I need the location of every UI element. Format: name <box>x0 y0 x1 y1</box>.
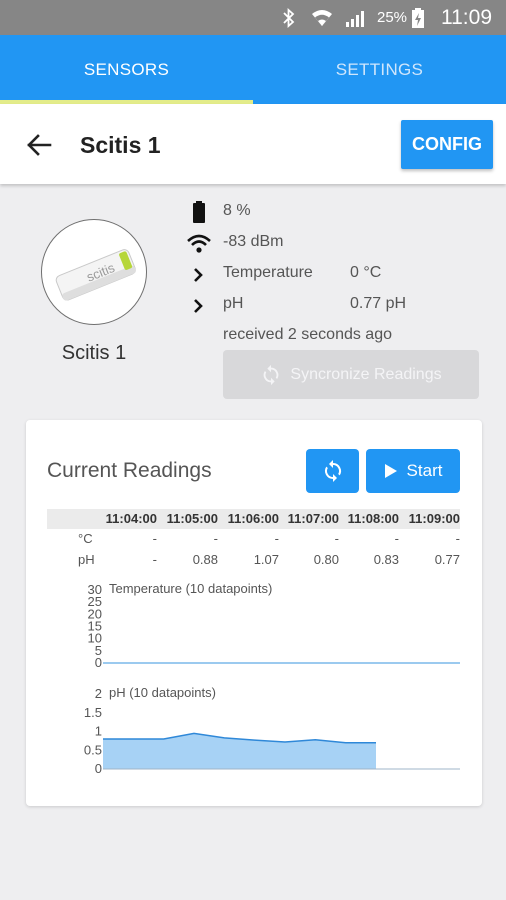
table-cell: - <box>334 531 339 546</box>
table-row-label: °C <box>78 531 93 546</box>
tab-bar: SENSORS SETTINGS <box>0 35 506 104</box>
clock: 11:09 <box>441 6 492 29</box>
table-cell: - <box>213 531 218 546</box>
wifi-signal-icon <box>185 231 213 255</box>
temperature-chart: 302520151050Temperature (10 datapoints) <box>88 581 460 670</box>
sync-label: Syncronize Readings <box>290 365 442 383</box>
device-name: Scitis 1 <box>61 342 127 364</box>
sync-icon <box>264 364 279 385</box>
current-readings-card: Current Readings Start 11:04:00 11:05:00… <box>26 420 482 806</box>
sensor-value: 0 °C <box>350 264 382 281</box>
battery-icon <box>185 200 213 224</box>
synchronize-readings-button[interactable]: Syncronize Readings <box>223 350 479 399</box>
table-cell: - <box>394 531 399 546</box>
app-bar: Scitis 1 CONFIG <box>0 104 506 184</box>
card-title: Current Readings <box>47 459 212 482</box>
table-cell: 0.77 <box>434 552 460 567</box>
tab-settings[interactable]: SETTINGS <box>253 35 506 104</box>
wifi-icon <box>310 0 334 35</box>
chart-title: Temperature (10 datapoints) <box>109 581 272 596</box>
signal-value: -83 dBm <box>223 233 284 250</box>
refresh-icon <box>324 460 341 482</box>
start-label: Start <box>406 461 443 480</box>
table-cell: - <box>152 531 157 546</box>
sensor-value: 0.77 pH <box>350 295 407 312</box>
y-tick-label: 0.5 <box>84 742 102 757</box>
page-title: Scitis 1 <box>80 132 161 158</box>
sensor-label: pH <box>223 295 244 312</box>
sensor-label: Temperature <box>223 264 313 281</box>
status-bar: 25% 11:09 <box>0 0 506 35</box>
battery-percent: 25% <box>377 9 408 26</box>
sensor-row-ph[interactable]: pH 0.77 pH <box>185 293 475 317</box>
tab-sensors[interactable]: SENSORS <box>0 35 253 104</box>
received-status: received 2 seconds ago <box>223 326 392 343</box>
table-cell: - <box>152 552 157 567</box>
signal-icon <box>345 0 369 35</box>
config-button[interactable]: CONFIG <box>401 120 493 169</box>
table-column-header: 11:09:00 <box>408 511 460 526</box>
table-cell: 0.88 <box>192 552 218 567</box>
battery-value: 8 % <box>223 202 251 219</box>
ph-chart: 2 1.5 1 0.5 0 pH (10 datapoints) <box>84 685 460 776</box>
bluetooth-icon <box>282 0 296 35</box>
table-column-header: 11:06:00 <box>227 511 279 526</box>
battery-charging-icon <box>411 0 425 35</box>
table-column-header: 11:04:00 <box>105 511 157 526</box>
table-cell: - <box>455 531 460 546</box>
y-tick-label: 2 <box>95 686 102 701</box>
sensor-row-temperature[interactable]: Temperature 0 °C <box>185 262 475 286</box>
device-image: scitis <box>41 219 147 325</box>
chart-title: pH (10 datapoints) <box>109 685 216 700</box>
table-column-header: 11:07:00 <box>287 511 339 526</box>
table-cell: 0.83 <box>373 552 399 567</box>
back-arrow-icon[interactable] <box>24 130 54 160</box>
y-tick-label: 0 <box>95 761 102 776</box>
refresh-button[interactable] <box>306 449 359 493</box>
table-column-header: 11:08:00 <box>347 511 399 526</box>
chevron-right-icon <box>185 293 213 317</box>
table-cell: 1.07 <box>253 552 279 567</box>
y-tick-label: 1 <box>95 724 102 739</box>
play-icon <box>384 464 397 478</box>
y-tick-label: 1.5 <box>84 705 102 720</box>
y-tick-label: 0 <box>95 655 102 670</box>
table-cell: 0.80 <box>313 552 339 567</box>
chevron-right-icon <box>185 262 213 286</box>
table-column-header: 11:05:00 <box>166 511 218 526</box>
table-row-label: pH <box>78 552 95 567</box>
table-cell: - <box>274 531 279 546</box>
start-button[interactable]: Start <box>366 449 460 493</box>
